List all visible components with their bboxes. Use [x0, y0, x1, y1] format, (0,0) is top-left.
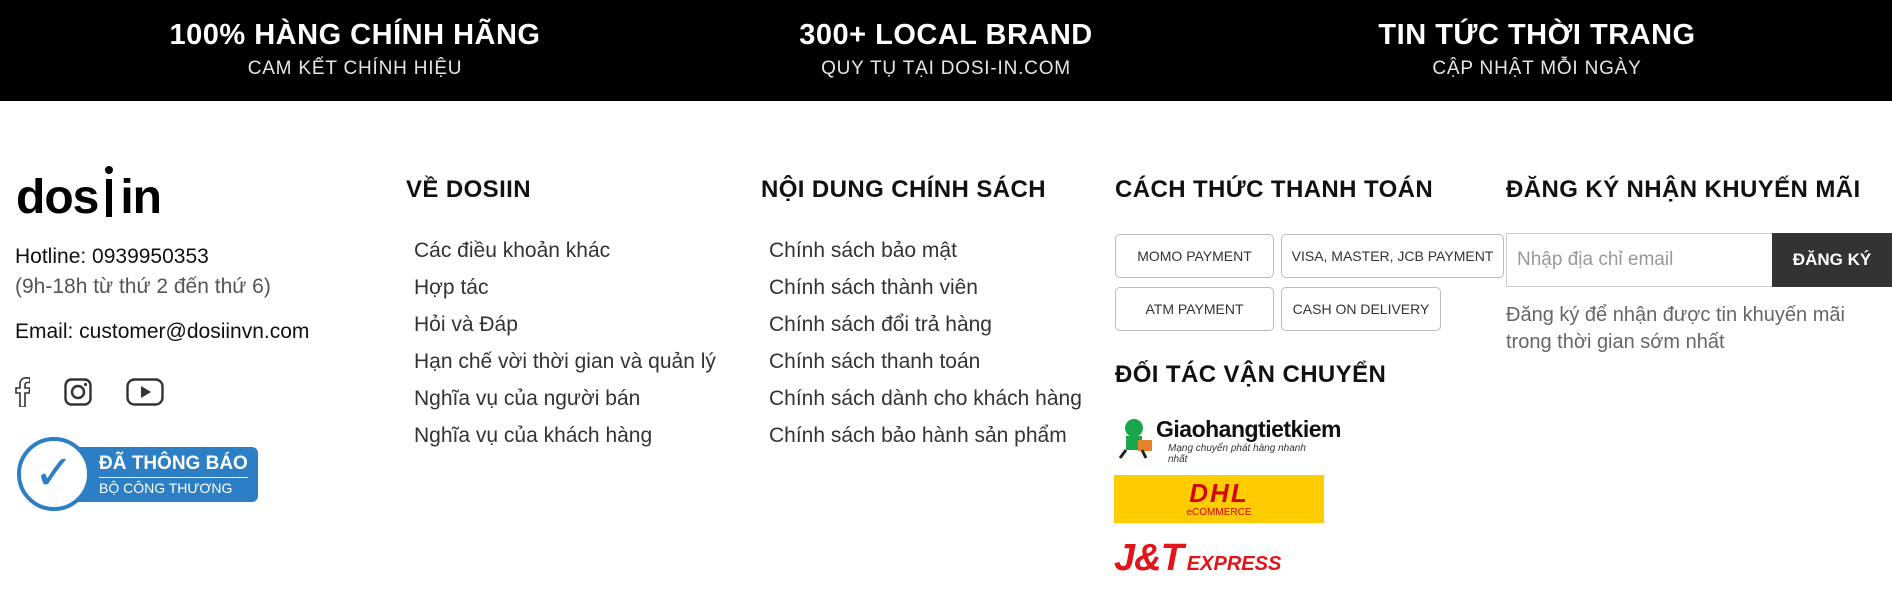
feature-subtitle: CAM KẾT CHÍNH HIỆU [247, 58, 463, 79]
dosiin-logo[interactable]: dos in [16, 166, 162, 225]
features-bar: 100% HÀNG CHÍNH HÃNG CAM KẾT CHÍNH HIỆU … [0, 0, 1892, 101]
policy-links: Chính sách bảo mật Chính sách thành viên… [769, 232, 1082, 454]
feature-subtitle: QUY TỤ TẠI DOSI-IN.COM [821, 58, 1071, 79]
policy-heading: NỘI DUNG CHÍNH SÁCH [761, 176, 1046, 203]
logo-i-mark [105, 166, 114, 217]
newsletter-column: ĐĂNG KÝ NHẬN KHUYẾN MÃI [1506, 170, 1861, 210]
shipping-section: ĐỐI TÁC VẬN CHUYỂN [1115, 355, 1386, 395]
logo-text-right: in [120, 171, 162, 224]
payment-column: CÁCH THỨC THANH TOÁN [1115, 170, 1433, 210]
newsletter-form: ĐĂNG KÝ [1506, 233, 1892, 287]
footer-link[interactable]: Các điều khoản khác [414, 232, 716, 269]
footer-link[interactable]: Chính sách đổi trả hàng [769, 306, 1082, 343]
dhl-ecommerce-logo: DHL eCOMMERCE [1114, 475, 1324, 523]
footer-link[interactable]: Chính sách thành viên [769, 269, 1082, 306]
footer-link[interactable]: Chính sách dành cho khách hàng [769, 380, 1082, 417]
payment-method-card: VISA, MASTER, JCB PAYMENT [1281, 234, 1504, 278]
payment-method-cod: CASH ON DELIVERY [1281, 287, 1441, 331]
ministry-registration-badge[interactable]: ✓ ĐÃ THÔNG BÁO BỘ CÔNG THƯƠNG [17, 437, 258, 511]
payment-heading: CÁCH THỨC THANH TOÁN [1115, 176, 1434, 203]
payment-method-atm: ATM PAYMENT [1115, 287, 1274, 331]
badge-line-2: BỘ CÔNG THƯƠNG [99, 476, 248, 496]
subscribe-button[interactable]: ĐĂNG KÝ [1772, 233, 1892, 287]
newsletter-heading: ĐĂNG KÝ NHẬN KHUYẾN MÃI [1506, 176, 1861, 203]
footer-link[interactable]: Nghĩa vụ của người bán [414, 380, 716, 417]
badge-line-1: ĐÃ THÔNG BÁO [99, 452, 248, 474]
feature-local-brand: 300+ LOCAL BRAND QUY TỤ TẠI DOSI-IN.COM [696, 17, 1196, 81]
policy-column: NỘI DUNG CHÍNH SÁCH Chính sách bảo mật C… [761, 170, 1082, 454]
footer-link[interactable]: Nghĩa vụ của khách hàng [414, 417, 716, 454]
jt-sub: EXPRESS [1186, 553, 1282, 575]
social-links [14, 376, 164, 412]
ghtk-logo: Giaohangtietkiem Mạng chuyển phát hàng n… [1114, 416, 1341, 465]
instagram-icon[interactable] [64, 378, 92, 411]
about-heading: VỀ DOSIIN [406, 176, 531, 203]
dhl-name: DHL [1189, 477, 1249, 508]
feature-authentic: 100% HÀNG CHÍNH HÃNG CAM KẾT CHÍNH HIỆU [105, 17, 605, 81]
footer-link[interactable]: Chính sách bảo hành sản phẩm [769, 417, 1082, 454]
footer-link[interactable]: Hạn chế vời thời gian và quản lý [414, 343, 716, 380]
feature-title: TIN TỨC THỜI TRANG [1378, 19, 1696, 51]
ghtk-tagline: Mạng chuyển phát hàng nhanh nhất [1168, 443, 1306, 465]
feature-fashion-news: TIN TỨC THỜI TRANG CẬP NHẬT MỖI NGÀY [1287, 17, 1787, 81]
feature-title: 100% HÀNG CHÍNH HÃNG [169, 19, 541, 51]
hotline-text[interactable]: Hotline: 0939950353 [15, 245, 209, 269]
email-input[interactable] [1506, 233, 1772, 287]
feature-subtitle: CẬP NHẬT MỖI NGÀY [1432, 58, 1642, 79]
check-badge-icon: ✓ [17, 437, 91, 511]
shipping-heading: ĐỐI TÁC VẬN CHUYỂN [1115, 361, 1387, 388]
payment-method-momo: MOMO PAYMENT [1115, 234, 1274, 278]
youtube-icon[interactable] [126, 378, 164, 411]
dhl-sub: eCOMMERCE [1186, 506, 1252, 518]
facebook-icon[interactable] [14, 376, 31, 412]
footer-link[interactable]: Hợp tác [414, 269, 716, 306]
logo-text-left: dos [16, 171, 99, 224]
footer-link[interactable]: Hỏi và Đáp [414, 306, 716, 343]
ghtk-name: Giaohangtietkiem [1156, 416, 1341, 442]
badge-plate: ĐÃ THÔNG BÁO BỘ CÔNG THƯƠNG [77, 446, 258, 502]
jt-name: J&T [1114, 537, 1184, 579]
newsletter-note: Đăng ký để nhận được tin khuyến mãi tron… [1506, 304, 1845, 353]
footer-link[interactable]: Chính sách bảo mật [769, 232, 1082, 269]
email-text[interactable]: Email: customer@dosiinvn.com [15, 320, 309, 344]
footer-link[interactable]: Chính sách thanh toán [769, 343, 1082, 380]
about-column: VỀ DOSIIN Các điều khoản khác Hợp tác Hỏ… [406, 170, 716, 454]
working-hours-text: (9h-18h từ thứ 2 đến thứ 6) [15, 275, 271, 298]
about-links: Các điều khoản khác Hợp tác Hỏi và Đáp H… [414, 232, 716, 454]
jt-express-logo: J&T EXPRESS [1114, 537, 1281, 580]
feature-title: 300+ LOCAL BRAND [799, 19, 1093, 51]
